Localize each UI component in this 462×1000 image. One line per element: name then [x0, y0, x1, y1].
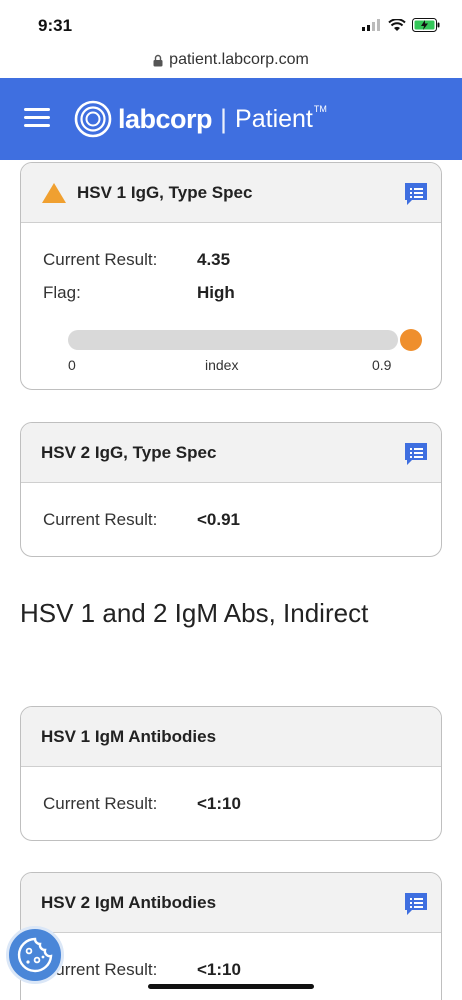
hamburger-menu-icon[interactable] [24, 108, 50, 128]
app-header: labcorp | Patient TM [0, 78, 462, 160]
result-card-hsv1-igm: HSV 1 IgM Antibodies Current Result: <1:1… [20, 706, 442, 841]
result-marker [400, 329, 422, 351]
url-text: patient.labcorp.com [169, 51, 309, 68]
product-name: Patient [235, 104, 313, 133]
brand-logo[interactable]: labcorp | Patient TM [74, 100, 327, 138]
brand-name: labcorp [118, 103, 213, 134]
current-result-row: Current Result: <1:10 [43, 794, 241, 814]
cookie-icon [17, 937, 53, 973]
current-result-label: Current Result: [43, 510, 158, 529]
test-title: HSV 1 IgM Antibodies [41, 726, 217, 746]
battery-charging-icon [412, 18, 440, 32]
result-card-hsv2-igm: HSV 2 IgM Antibodies Current Result: <1:1… [20, 872, 442, 1000]
result-card-hsv1-igg: HSV 1 IgG, Type Spec Current Result: 4.35… [20, 162, 442, 390]
home-indicator [148, 984, 314, 989]
current-result-label: Current Result: [43, 794, 158, 813]
test-title: HSV 1 IgG, Type Spec [77, 182, 253, 202]
flag-label: Flag: [43, 283, 81, 302]
comment-icon[interactable] [403, 441, 429, 467]
cookie-settings-button[interactable] [6, 926, 64, 984]
signal-icon [362, 19, 380, 31]
card-header: HSV 1 IgG, Type Spec [21, 163, 441, 223]
current-result-value: <1:10 [197, 794, 241, 813]
url-bar[interactable]: patient.labcorp.com [0, 48, 462, 72]
card-body: Current Result: 4.35 Flag: High 0 index 0.… [21, 223, 441, 389]
comment-icon[interactable] [403, 181, 429, 207]
range-min-label: 0 [68, 357, 76, 373]
current-result-value: <0.91 [197, 510, 241, 529]
warning-icon [42, 182, 66, 203]
card-header: HSV 2 IgG, Type Spec [21, 423, 441, 483]
current-result-row: Current Result: <1:10 [43, 960, 241, 980]
flag-row: Flag: High [43, 283, 235, 303]
flag-value: High [197, 283, 235, 302]
labcorp-logo-icon [74, 100, 112, 138]
card-body: Current Result: <1:10 [21, 933, 441, 1000]
wifi-icon [388, 18, 406, 31]
lock-icon [153, 54, 163, 66]
result-card-hsv2-igg: HSV 2 IgG, Type Spec Current Result: <0.9… [20, 422, 442, 557]
status-time: 9:31 [38, 16, 73, 35]
current-result-value: 4.35 [197, 250, 231, 269]
card-body: Current Result: <1:10 [21, 767, 441, 840]
current-result-label: Current Result: [43, 960, 158, 979]
comment-icon[interactable] [403, 891, 429, 917]
card-body: Current Result: <0.91 [21, 483, 441, 556]
card-header: HSV 1 IgM Antibodies [21, 707, 441, 767]
test-title: HSV 2 IgG, Type Spec [41, 442, 217, 462]
current-result-row: Current Result: 4.35 [43, 250, 230, 270]
card-header: HSV 2 IgM Antibodies [21, 873, 441, 933]
section-title: HSV 1 and 2 IgM Abs, Indirect [20, 598, 369, 628]
reference-range-bar [68, 330, 398, 350]
test-title: HSV 2 IgM Antibodies [41, 892, 217, 912]
status-bar: 9:31 [0, 0, 462, 50]
brand-separator: | [220, 103, 228, 134]
range-max-label: 0.9 [372, 357, 392, 373]
range-unit-label: index [205, 357, 239, 373]
status-icons [362, 18, 440, 32]
trademark: TM [313, 104, 327, 114]
current-result-row: Current Result: <0.91 [43, 510, 240, 530]
current-result-label: Current Result: [43, 250, 158, 269]
current-result-value: <1:10 [197, 960, 241, 979]
